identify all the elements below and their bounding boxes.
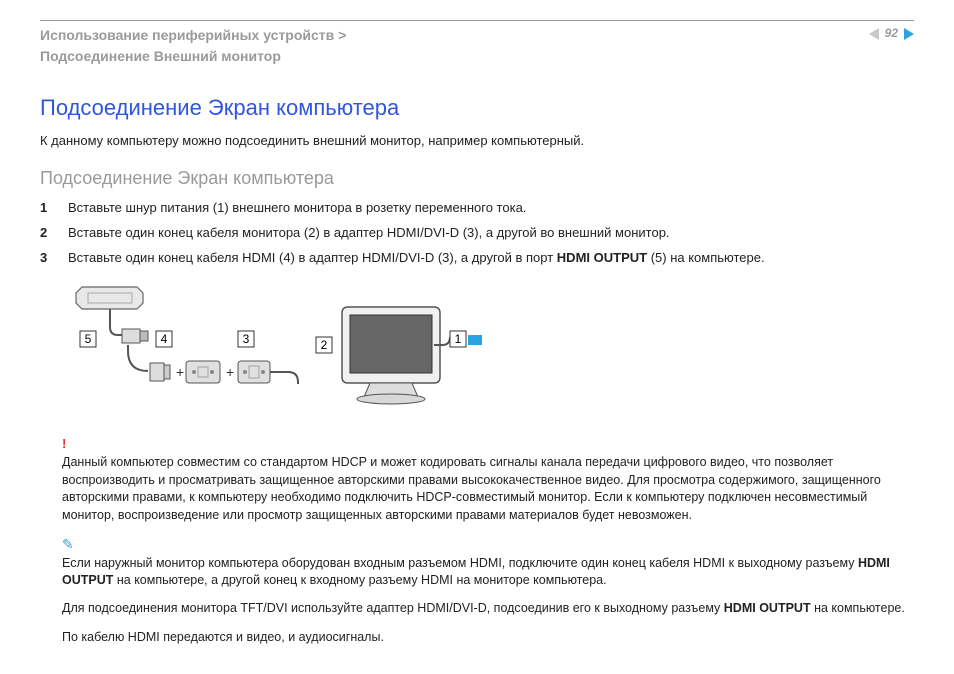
diagram-label-5: 5 <box>80 331 96 347</box>
dvi-connector-icon <box>238 361 270 383</box>
step-2: 2 Вставьте один конец кабеля монитора (2… <box>40 224 914 243</box>
svg-text:4: 4 <box>161 332 168 346</box>
top-rule <box>40 20 914 21</box>
step-3: 3 Вставьте один конец кабеля HDMI (4) в … <box>40 249 914 268</box>
step-number: 2 <box>40 224 54 243</box>
page-nav: 92 <box>869 25 914 42</box>
step-number: 3 <box>40 249 54 268</box>
prev-page-icon[interactable] <box>869 28 879 40</box>
page-header: Использование периферийных устройств > П… <box>40 25 914 67</box>
monitor-icon <box>342 307 440 404</box>
svg-text:5: 5 <box>85 332 92 346</box>
step-text: Вставьте один конец кабеля HDMI (4) в ад… <box>68 249 765 268</box>
diagram-label-4: 4 <box>156 331 172 347</box>
page-title: Подсоединение Экран компьютера <box>40 92 914 124</box>
intro-text: К данному компьютеру можно подсоединить … <box>40 132 914 151</box>
breadcrumb-line2: Подсоединение Внешний монитор <box>40 46 346 67</box>
diagram-label-1: 1 <box>450 331 466 347</box>
adapter-connector-icon <box>150 363 170 381</box>
plus-icon: + <box>226 364 234 380</box>
step-1: 1 Вставьте шнур питания (1) внешнего мон… <box>40 199 914 218</box>
breadcrumb: Использование периферийных устройств > П… <box>40 25 346 67</box>
adapter-icon <box>186 361 220 383</box>
plus-icon: + <box>176 364 184 380</box>
steps-list: 1 Вставьте шнур питания (1) внешнего мон… <box>40 199 914 268</box>
warning-icon: ! <box>62 435 914 454</box>
page-number: 92 <box>885 25 898 42</box>
svg-text:1: 1 <box>455 332 462 346</box>
step-text: Вставьте шнур питания (1) внешнего монит… <box>68 199 526 218</box>
diagram-label-3: 3 <box>238 331 254 347</box>
step-number: 1 <box>40 199 54 218</box>
cable-segment <box>270 372 298 384</box>
svg-text:3: 3 <box>243 332 250 346</box>
cable-segment <box>110 309 122 335</box>
arrow-right-icon <box>468 329 482 351</box>
hdmi-plug-icon <box>122 329 148 343</box>
section-subtitle: Подсоединение Экран компьютера <box>40 165 914 191</box>
svg-text:2: 2 <box>321 338 328 352</box>
note-3: По кабелю HDMI передаются и видео, и ауд… <box>62 629 914 647</box>
warning-text: Данный компьютер совместим со стандартом… <box>62 454 914 524</box>
note-1: Если наружный монитор компьютера оборудо… <box>62 555 914 590</box>
breadcrumb-line1: Использование периферийных устройств > <box>40 25 346 46</box>
step-text: Вставьте один конец кабеля монитора (2) … <box>68 224 670 243</box>
next-page-icon[interactable] <box>904 28 914 40</box>
note-icon: ✎ <box>62 534 914 554</box>
note-2: Для подсоединения монитора TFT/DVI испол… <box>62 600 914 618</box>
cable-segment <box>128 345 148 371</box>
connection-diagram: 5 4 + 3 + 2 <box>62 279 482 419</box>
hdmi-port-icon <box>76 287 143 309</box>
diagram-label-2: 2 <box>316 337 332 353</box>
